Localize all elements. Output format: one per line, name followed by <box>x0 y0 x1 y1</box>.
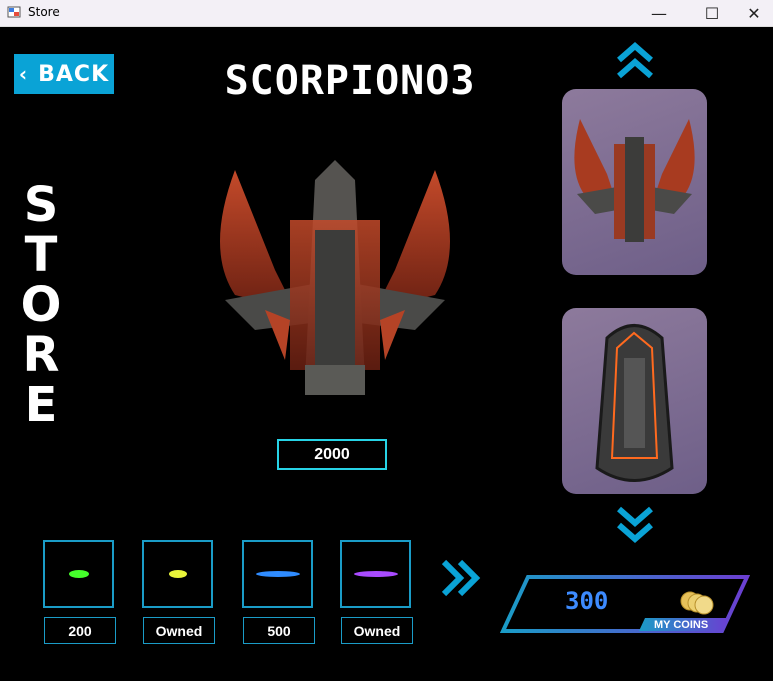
bullet-option-1[interactable] <box>43 540 114 608</box>
coins-label: MY COINS <box>654 619 709 631</box>
bullet-option-2[interactable] <box>142 540 213 608</box>
bullet-icon <box>169 570 187 578</box>
chevron-left-icon: ‹ <box>18 62 29 86</box>
maximize-button[interactable]: ☐ <box>689 0 735 26</box>
back-button[interactable]: ‹ BACK <box>14 54 114 94</box>
bullet-option-3[interactable] <box>242 540 313 608</box>
chevron-down-double-icon[interactable] <box>615 505 655 545</box>
bullet-option-4[interactable] <box>340 540 411 608</box>
bullet-icon <box>354 571 398 577</box>
bullet-price-label: Owned <box>143 617 215 644</box>
bullet-price-label: 500 <box>243 617 315 644</box>
app-icon <box>7 6 21 18</box>
spaceship-image <box>220 160 450 395</box>
chevron-up-double-icon[interactable] <box>615 40 655 80</box>
window-title: Store <box>28 5 60 19</box>
chevron-right-double-icon[interactable] <box>440 558 482 598</box>
spaceship-thumbnail <box>595 324 674 482</box>
bullet-price-label: 200 <box>44 617 116 644</box>
ship-price: 2000 <box>277 439 387 470</box>
back-button-label: BACK <box>38 61 110 87</box>
title-bar: Store — ☐ ✕ <box>0 0 773 27</box>
bullet-price-label: Owned <box>341 617 413 644</box>
ship-name: SCORPIONO3 <box>224 58 476 104</box>
bullet-icon <box>256 571 300 577</box>
ship-option-card-2[interactable] <box>562 308 707 494</box>
minimize-button[interactable]: — <box>636 0 682 26</box>
coins-panel <box>500 575 750 633</box>
bullet-icon <box>69 570 89 578</box>
coins-value: 300 <box>565 587 609 615</box>
store-title: STORE <box>20 177 62 433</box>
ship-option-card-1[interactable] <box>562 89 707 275</box>
close-button[interactable]: ✕ <box>735 0 773 26</box>
spaceship-thumbnail <box>574 119 695 242</box>
